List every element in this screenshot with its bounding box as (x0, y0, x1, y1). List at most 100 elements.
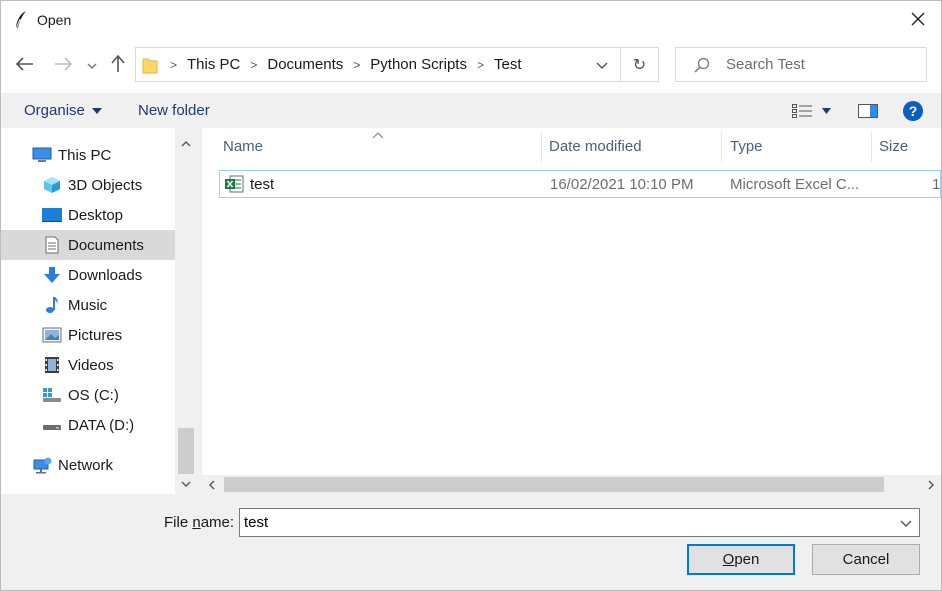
nav-item-label: Network (58, 456, 114, 474)
organise-button[interactable]: Organise (24, 93, 102, 128)
os-drive-icon (41, 385, 63, 405)
file-list: Name Date modified Type Size test 16/02/… (202, 128, 941, 494)
open-mnemonic: O (722, 551, 735, 568)
nav-item-3d-objects[interactable]: 3D Objects (1, 170, 175, 200)
recent-locations-button[interactable] (83, 51, 101, 79)
refresh-icon: ↻ (632, 56, 647, 74)
breadcrumb-separator: > (250, 57, 258, 72)
search-box[interactable] (675, 47, 927, 82)
address-dropdown-button[interactable] (584, 48, 620, 81)
column-divider[interactable] (541, 132, 542, 162)
nav-item-label: 3D Objects (68, 176, 143, 194)
this-pc-icon (31, 145, 53, 165)
column-header-date-modified[interactable]: Date modified (549, 128, 719, 164)
pictures-icon (41, 325, 63, 345)
file-type: Microsoft Excel C... (730, 175, 860, 193)
scroll-left-button[interactable] (202, 475, 222, 494)
nav-item-label: Downloads (68, 266, 143, 284)
breadcrumb-separator: > (353, 57, 361, 72)
new-folder-label: New folder (138, 102, 210, 119)
file-name-input[interactable] (240, 509, 890, 536)
column-header-label: Type (730, 137, 763, 155)
scroll-down-button[interactable] (175, 474, 197, 494)
nav-item-label: Pictures (68, 326, 123, 344)
network-icon (31, 455, 53, 475)
file-name-dropdown-button[interactable] (893, 509, 919, 536)
nav-item-videos[interactable]: Videos (1, 350, 175, 380)
refresh-button[interactable]: ↻ (620, 48, 658, 81)
search-icon (694, 57, 710, 76)
scroll-up-button[interactable] (175, 134, 197, 154)
column-header-type[interactable]: Type (730, 128, 870, 164)
downloads-icon (41, 265, 63, 285)
arrow-up-icon (111, 54, 125, 76)
details-view-icon (791, 103, 814, 118)
up-button[interactable] (105, 51, 131, 79)
command-bar: Organise New folder ? (1, 93, 941, 128)
column-divider[interactable] (721, 132, 722, 162)
label-part: File (164, 514, 193, 531)
nav-item-this-pc[interactable]: This PC (1, 140, 175, 170)
cancel-button[interactable]: Cancel (812, 544, 920, 575)
close-button[interactable] (895, 1, 941, 39)
column-divider[interactable] (871, 132, 872, 162)
preview-pane-icon (858, 103, 878, 118)
data-drive-icon (41, 415, 63, 435)
label-mnemonic: n (192, 514, 201, 531)
chevron-down-icon (87, 57, 97, 73)
file-date-modified: 16/02/2021 10:10 PM (550, 175, 694, 193)
horizontal-scrollbar-thumb[interactable] (224, 477, 884, 492)
desktop-icon (41, 205, 63, 225)
label-part: ame: (200, 514, 235, 531)
breadcrumb-documents[interactable]: Documents (267, 56, 343, 73)
file-row[interactable]: test 16/02/2021 10:10 PM Microsoft Excel… (219, 170, 941, 198)
help-icon: ? (903, 100, 923, 121)
horizontal-scrollbar[interactable] (202, 475, 941, 494)
column-header-label: Size (879, 137, 909, 155)
window-title: Open (37, 12, 72, 28)
address-row: > This PC > Documents > Python Scripts >… (1, 39, 941, 93)
file-name-combobox[interactable] (239, 508, 920, 537)
breadcrumb-this-pc[interactable]: This PC (187, 56, 240, 73)
breadcrumb-separator: > (170, 57, 178, 72)
caret-down-icon (821, 107, 831, 114)
nav-item-label: Music (68, 296, 108, 314)
title-bar: Open (1, 1, 941, 39)
breadcrumb-test[interactable]: Test (494, 56, 522, 73)
open-button[interactable]: Open (687, 544, 795, 575)
search-input[interactable] (724, 49, 920, 80)
new-folder-button[interactable]: New folder (138, 93, 210, 128)
forward-button[interactable] (49, 51, 77, 79)
breadcrumb-python-scripts[interactable]: Python Scripts (370, 56, 467, 73)
3d-objects-icon (41, 175, 63, 195)
column-header-name[interactable]: Name (223, 128, 541, 164)
nav-item-label: Documents (68, 236, 144, 254)
help-button[interactable]: ? (899, 93, 927, 128)
file-size: 1 (932, 175, 941, 193)
nav-item-downloads[interactable]: Downloads (1, 260, 175, 290)
nav-scrollbar-thumb[interactable] (178, 428, 194, 474)
nav-item-desktop[interactable]: Desktop (1, 200, 175, 230)
nav-item-label: OS (C:) (68, 386, 119, 404)
open-dialog: Open > This PC > Documents > Python Scri… (0, 0, 942, 591)
nav-item-network[interactable]: Network (1, 450, 175, 480)
column-header-label: Date modified (549, 137, 642, 155)
column-header-label: Name (223, 137, 264, 155)
nav-scrollbar[interactable] (175, 128, 197, 494)
nav-item-pictures[interactable]: Pictures (1, 320, 175, 350)
address-bar[interactable]: > This PC > Documents > Python Scripts >… (135, 47, 659, 82)
column-header-size[interactable]: Size (879, 128, 939, 164)
nav-item-label: Desktop (68, 206, 124, 224)
file-name-label: File name: (164, 514, 234, 531)
nav-item-data-d[interactable]: DATA (D:) (1, 410, 175, 440)
nav-item-music[interactable]: Music (1, 290, 175, 320)
chevron-down-icon (596, 57, 608, 73)
nav-item-os-c[interactable]: OS (C:) (1, 380, 175, 410)
file-name: test (250, 175, 275, 193)
back-button[interactable] (11, 51, 39, 79)
nav-item-label: DATA (D:) (68, 416, 135, 434)
nav-item-documents[interactable]: Documents (1, 230, 175, 260)
view-options-button[interactable] (787, 93, 835, 128)
scroll-right-button[interactable] (921, 475, 941, 494)
preview-pane-button[interactable] (853, 93, 883, 128)
